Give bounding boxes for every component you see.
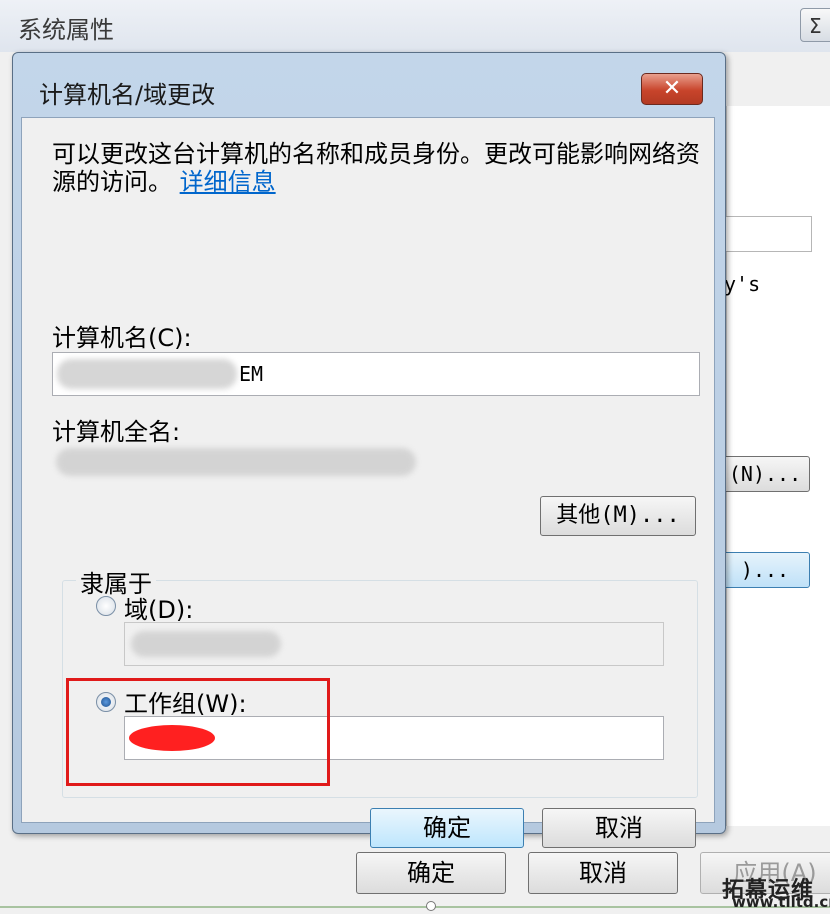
cancel-button[interactable]: 取消	[542, 808, 696, 848]
other-button[interactable]: 其他(M)...	[540, 496, 696, 536]
dialog-title: 计算机名/域更改	[39, 81, 216, 109]
redacted-blur	[131, 631, 281, 657]
description-input[interactable]	[720, 216, 812, 252]
text-fragment: y's	[724, 272, 761, 296]
watermark-url: www.tlltd.cn	[732, 893, 830, 911]
system-properties-title: 系统属性	[18, 16, 114, 44]
computer-name-dialog: 计算机名/域更改 ✕ 可以更改这台计算机的名称和成员身份。更改可能影响网络资源的…	[12, 52, 726, 848]
change-button[interactable]: )...	[720, 552, 810, 588]
full-computer-name-value	[56, 448, 416, 476]
dialog-client-area: 可以更改这台计算机的名称和成员身份。更改可能影响网络资源的访问。 详细信息 计算…	[21, 117, 715, 848]
full-computer-name-label: 计算机全名:	[52, 418, 181, 446]
ok-button[interactable]: 确定	[356, 852, 506, 894]
domain-input[interactable]	[124, 622, 664, 666]
computer-name-value: EM	[239, 362, 264, 386]
details-link[interactable]: 详细信息	[180, 168, 276, 196]
change-network-id-button[interactable]: (N)...	[720, 456, 810, 492]
workgroup-highlight-box	[66, 678, 330, 786]
cancel-button[interactable]: 取消	[528, 852, 678, 894]
dialog-description: 可以更改这台计算机的名称和成员身份。更改可能影响网络资源的访问。 详细信息	[52, 140, 702, 196]
system-properties-titlebar: 系统属性 Σ	[0, 0, 830, 52]
divider	[0, 906, 830, 908]
close-icon[interactable]: Σ	[800, 8, 830, 42]
domain-radio[interactable]	[96, 596, 116, 616]
description-text: 可以更改这台计算机的名称和成员身份。更改可能影响网络资源的访问。	[52, 140, 700, 196]
domain-label: 域(D):	[124, 596, 194, 624]
computer-name-label: 计算机名(C):	[52, 324, 192, 352]
other-button-label: 其他(M)...	[556, 503, 680, 528]
redacted-blur	[57, 359, 237, 389]
resize-handle[interactable]	[426, 901, 436, 911]
close-icon[interactable]: ✕	[641, 73, 703, 105]
ok-button[interactable]: 确定	[370, 808, 524, 848]
computer-name-input[interactable]: EM	[52, 352, 700, 396]
